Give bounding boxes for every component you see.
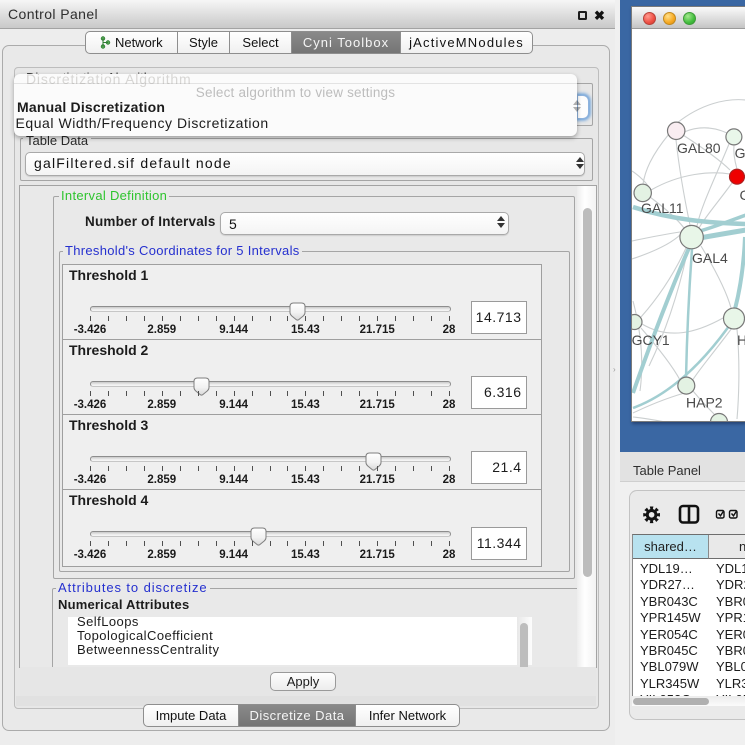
svg-text:GAL80: GAL80 [677,140,721,156]
svg-text:GAL4: GAL4 [692,250,728,266]
svg-text:GCY1: GCY1 [632,332,670,348]
svg-text:GAL11: GAL11 [641,200,684,216]
svg-text:H: H [737,332,745,348]
svg-text:GAL: GAL [735,145,745,161]
svg-text:HAP2: HAP2 [686,395,723,411]
svg-text:CY: CY [740,187,745,203]
